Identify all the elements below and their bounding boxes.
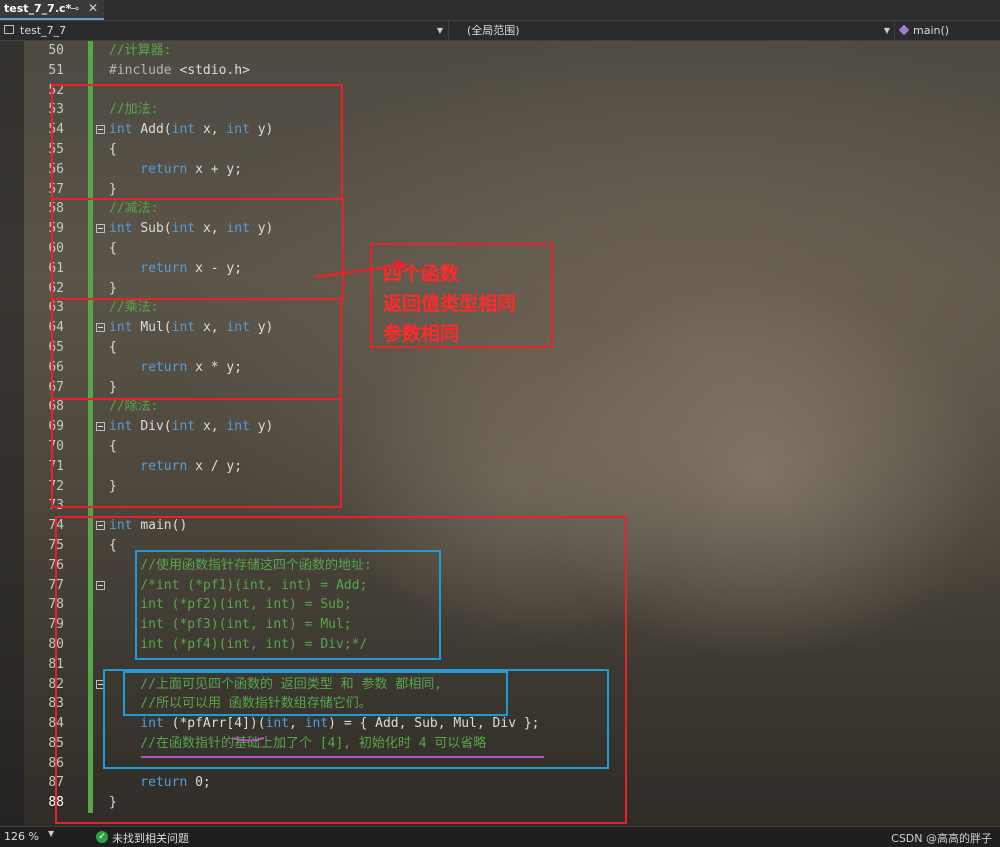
sub-function-highlight [51, 198, 344, 300]
check-circle-icon: ✓ [96, 831, 108, 843]
chevron-down-icon: ▼ [436, 26, 443, 35]
code-token: #include [109, 62, 180, 78]
tab-title: test_7_7.c* [4, 2, 72, 15]
code-token: <stdio.h> [179, 62, 250, 78]
add-function-highlight [51, 84, 343, 200]
function-label: main() [913, 24, 950, 37]
close-icon[interactable]: ✕ [88, 1, 98, 15]
function-icon [898, 24, 910, 36]
annotation-line-3: 参数相同 [383, 323, 460, 345]
code-editor[interactable]: 50//计算器: 51 #include <stdio.h> 52 53//加法: 54 i… [0, 41, 1000, 826]
annotation-line-2: 返回值类型相同 [383, 293, 517, 315]
navigation-bar: test_7_7 ▼ (全局范围) ▼ main() [0, 21, 1000, 41]
project-label: test_7_7 [20, 24, 67, 37]
project-dropdown[interactable]: test_7_7 ▼ [0, 21, 448, 40]
scope-dropdown[interactable]: (全局范围) ▼ [448, 21, 895, 40]
project-icon [4, 25, 14, 34]
annotation-line-1: 四个函数 [383, 263, 460, 285]
code-text: //计算器: [109, 41, 171, 61]
chevron-down-icon: ▼ [883, 26, 890, 35]
line-number: 50 [48, 43, 64, 58]
scope-label: (全局范围) [467, 24, 520, 37]
function-pointer-array-highlight [103, 669, 609, 769]
zoom-level[interactable]: 126 % [4, 830, 39, 843]
status-bar: 126 % ▼ ✓ 未找到相关问题 CSDN @高高的胖子 [0, 826, 1000, 847]
tab-test-7-7-c[interactable]: test_7_7.c* ⊸ ✕ [0, 0, 104, 20]
line-number: 51 [48, 62, 64, 78]
watermark: CSDN @高高的胖子 [891, 832, 992, 845]
issues-status[interactable]: 未找到相关问题 [112, 830, 189, 846]
code-line[interactable]: 50 //计算器: [0, 41, 1000, 61]
commented-pointers-highlight [135, 550, 441, 660]
tab-bar: test_7_7.c* ⊸ ✕ [0, 0, 1000, 21]
code-line[interactable]: 51 #include <stdio.h> [0, 61, 1000, 81]
div-function-highlight [51, 398, 342, 508]
chevron-down-icon[interactable]: ▼ [48, 829, 54, 838]
annotation-note: 四个函数 返回值类型相同 参数相同 [370, 243, 553, 348]
code-token: //计算器: [109, 43, 172, 58]
code-text: #include <stdio.h> [109, 61, 250, 81]
mul-function-highlight [51, 298, 342, 400]
function-dropdown[interactable]: main() [894, 21, 1000, 40]
pin-icon[interactable]: ⊸ [70, 2, 79, 15]
